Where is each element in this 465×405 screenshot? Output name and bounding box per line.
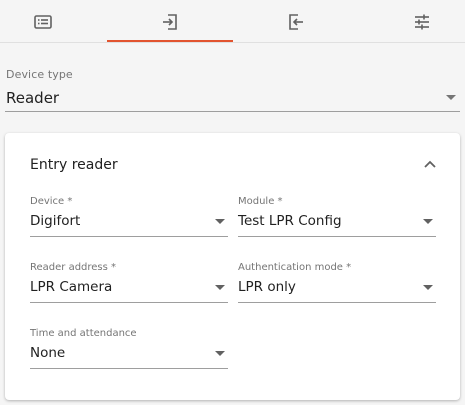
dropdown-arrow-icon[interactable] bbox=[215, 285, 225, 290]
dropdown-arrow-icon[interactable] bbox=[215, 351, 225, 356]
field-underline bbox=[5, 111, 460, 112]
entry-arrow-icon bbox=[163, 13, 177, 30]
active-tab-indicator bbox=[107, 40, 233, 42]
module-value[interactable]: Test LPR Config bbox=[238, 213, 342, 229]
exit-arrow-icon bbox=[289, 13, 303, 30]
module-select[interactable]: Module * Test LPR Config bbox=[238, 196, 436, 237]
device-label: Device * bbox=[30, 196, 73, 207]
tune-sliders-icon bbox=[415, 14, 429, 29]
time-and-attendance-value[interactable]: None bbox=[30, 345, 65, 361]
dropdown-arrow-icon[interactable] bbox=[446, 95, 456, 100]
list-card-icon bbox=[34, 14, 52, 29]
authentication-mode-select[interactable]: Authentication mode * LPR only bbox=[238, 262, 436, 303]
module-label: Module * bbox=[238, 196, 283, 207]
panel-title: Entry reader bbox=[30, 157, 118, 173]
field-underline bbox=[30, 368, 228, 369]
tab-exit[interactable] bbox=[233, 0, 359, 43]
field-underline bbox=[238, 236, 436, 237]
dropdown-arrow-icon[interactable] bbox=[215, 219, 225, 224]
reader-address-label: Reader address * bbox=[30, 262, 117, 273]
dropdown-arrow-icon[interactable] bbox=[423, 285, 433, 290]
chevron-up-icon bbox=[424, 160, 436, 168]
tab-general[interactable] bbox=[0, 0, 106, 43]
device-type-label: Device type bbox=[6, 68, 73, 81]
reader-address-select[interactable]: Reader address * LPR Camera bbox=[30, 262, 228, 303]
time-and-attendance-label: Time and attendance bbox=[30, 328, 137, 339]
dropdown-arrow-icon[interactable] bbox=[423, 219, 433, 224]
device-select[interactable]: Device * Digifort bbox=[30, 196, 228, 237]
tab-settings[interactable] bbox=[359, 0, 465, 43]
tab-entry[interactable] bbox=[107, 0, 233, 43]
time-and-attendance-select[interactable]: Time and attendance None bbox=[30, 328, 228, 369]
device-type-value[interactable]: Reader bbox=[6, 89, 59, 107]
field-underline bbox=[238, 302, 436, 303]
field-underline bbox=[30, 236, 228, 237]
entry-reader-panel: Entry reader Device * Digifort Module * … bbox=[5, 133, 460, 400]
device-value[interactable]: Digifort bbox=[30, 213, 80, 229]
tab-bar bbox=[0, 0, 465, 43]
collapse-panel-button[interactable] bbox=[423, 158, 437, 170]
authentication-mode-label: Authentication mode * bbox=[238, 262, 352, 273]
field-underline bbox=[30, 302, 228, 303]
authentication-mode-value[interactable]: LPR only bbox=[238, 279, 296, 295]
reader-address-value[interactable]: LPR Camera bbox=[30, 279, 112, 295]
